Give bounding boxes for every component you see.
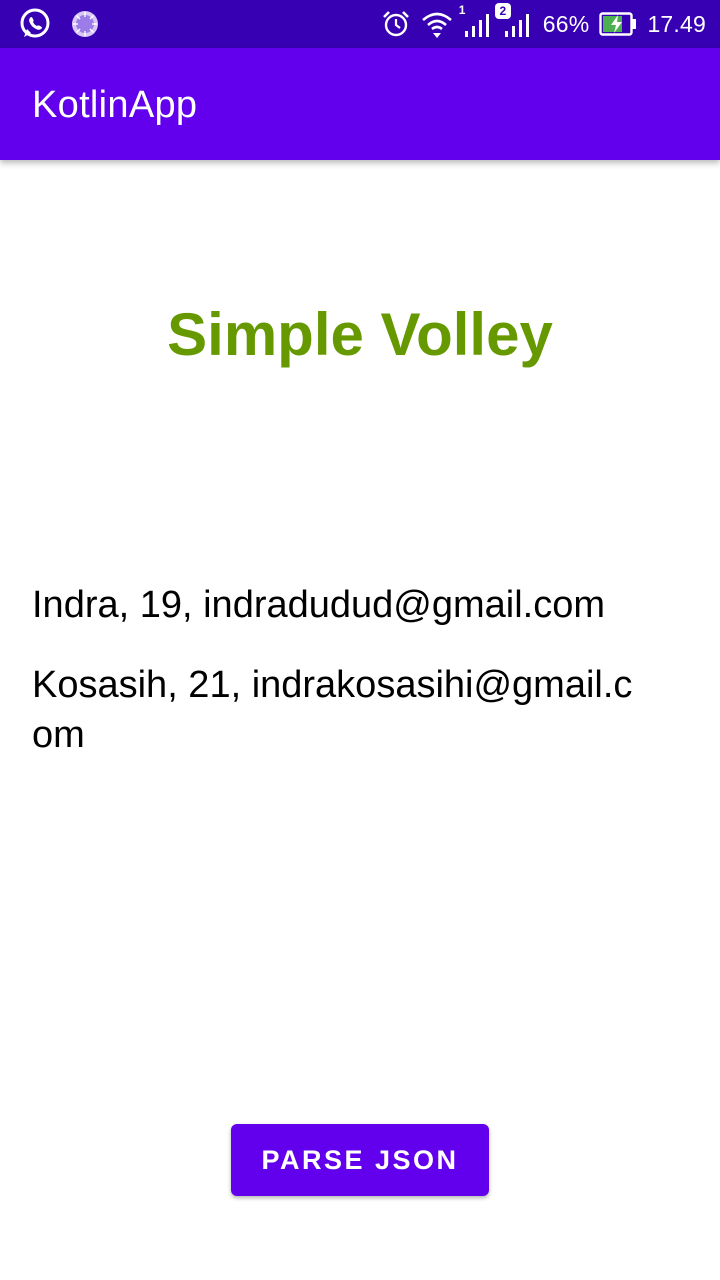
signal-sim2-icon: 2 xyxy=(494,3,533,39)
status-bar-system: 1 2 66% 17.49 xyxy=(381,3,706,42)
status-bar: 1 2 66% 17.49 xyxy=(0,0,720,48)
battery-charging-icon xyxy=(599,11,637,37)
sim1-label: 1 xyxy=(458,3,466,17)
app-screen: 1 2 66% 17.49 KotlinApp Simple Volley In… xyxy=(0,0,720,1280)
whatsapp-icon xyxy=(18,7,52,41)
clock-time: 17.49 xyxy=(647,10,706,37)
result-item: Indra, 19, indradudud@gmail.com xyxy=(32,584,606,626)
app-bar: KotlinApp xyxy=(0,48,720,160)
parsed-results: Indra, 19, indradudud@gmail.com Kosasih,… xyxy=(32,580,642,790)
page-heading: Simple Volley xyxy=(167,301,553,368)
app-title: KotlinApp xyxy=(32,84,198,126)
signal-sim1-icon: 1 xyxy=(459,3,493,39)
sim2-label: 2 xyxy=(494,3,511,19)
loading-icon xyxy=(70,9,100,39)
status-bar-notifications xyxy=(18,6,100,42)
result-item: Kosasih, 21, indrakosasihi@gmail.com xyxy=(32,664,633,756)
wifi-icon xyxy=(421,9,453,39)
parse-json-button[interactable]: PARSE JSON xyxy=(231,1124,489,1196)
alarm-icon xyxy=(381,9,411,39)
battery-percent: 66% xyxy=(542,10,590,37)
